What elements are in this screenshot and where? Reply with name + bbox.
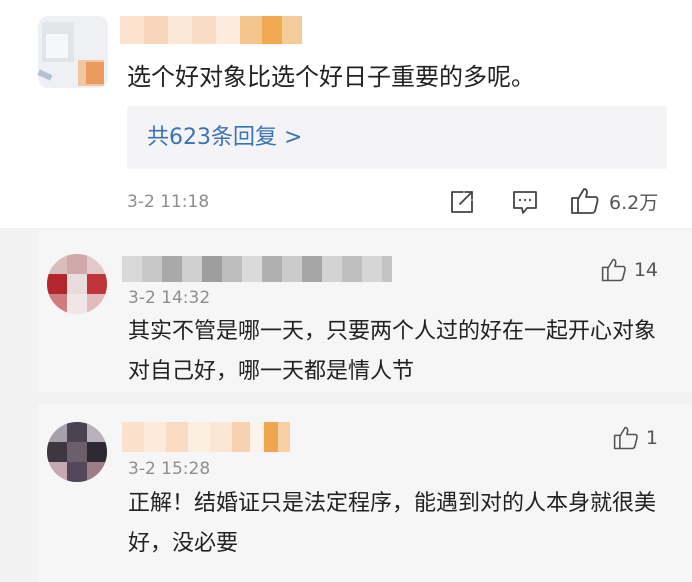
like-count: 1 <box>645 427 658 449</box>
comment-button[interactable] <box>510 187 540 217</box>
thumbs-up-icon <box>613 426 638 450</box>
username-blurred[interactable] <box>122 422 292 452</box>
like-button[interactable]: 14 <box>600 256 658 284</box>
comment-text: 选个好对象比选个好日子重要的多呢。 <box>127 63 535 91</box>
reply-text: 其实不管是哪一天，只要两个人过的好在一起开心对象对自己好，哪一天都是情人节 <box>128 319 657 384</box>
avatar[interactable] <box>47 422 107 482</box>
view-replies-link[interactable]: 共623条回复 > <box>147 123 302 153</box>
reply-timestamp: 3-2 15:28 <box>128 459 211 479</box>
thumbs-up-icon <box>601 258 626 282</box>
comment-timestamp: 3-2 11:18 <box>127 192 210 212</box>
username-blurred[interactable] <box>120 14 304 46</box>
share-icon <box>451 191 473 213</box>
share-button[interactable] <box>447 187 477 217</box>
reply-item: 14 3-2 14:32 其实不管是哪一天，只要两个人过的好在一起开心对象对自己… <box>38 230 692 392</box>
main-comment: 选个好对象比选个好日子重要的多呢。 共623条回复 > 3-2 11:18 6.… <box>0 0 692 228</box>
thumbs-up-icon <box>571 188 599 214</box>
like-button[interactable]: 6.2万 <box>569 185 658 217</box>
comment-icon <box>513 191 537 214</box>
avatar[interactable] <box>37 16 108 88</box>
reply-text: 正解！结婚证只是法定程序，能遇到对的人本身就很美好，没必要 <box>128 491 657 556</box>
username-blurred[interactable] <box>122 256 392 282</box>
like-button[interactable]: 1 <box>612 424 658 452</box>
reply-timestamp: 3-2 14:32 <box>128 288 211 308</box>
reply-summary-box[interactable]: 共623条回复 > <box>127 106 667 169</box>
reply-item: 1 3-2 15:28 正解！结婚证只是法定程序，能遇到对的人本身就很美好，没必… <box>38 404 692 582</box>
like-count: 14 <box>633 259 658 281</box>
avatar[interactable] <box>47 254 107 314</box>
like-count: 6.2万 <box>609 191 659 214</box>
